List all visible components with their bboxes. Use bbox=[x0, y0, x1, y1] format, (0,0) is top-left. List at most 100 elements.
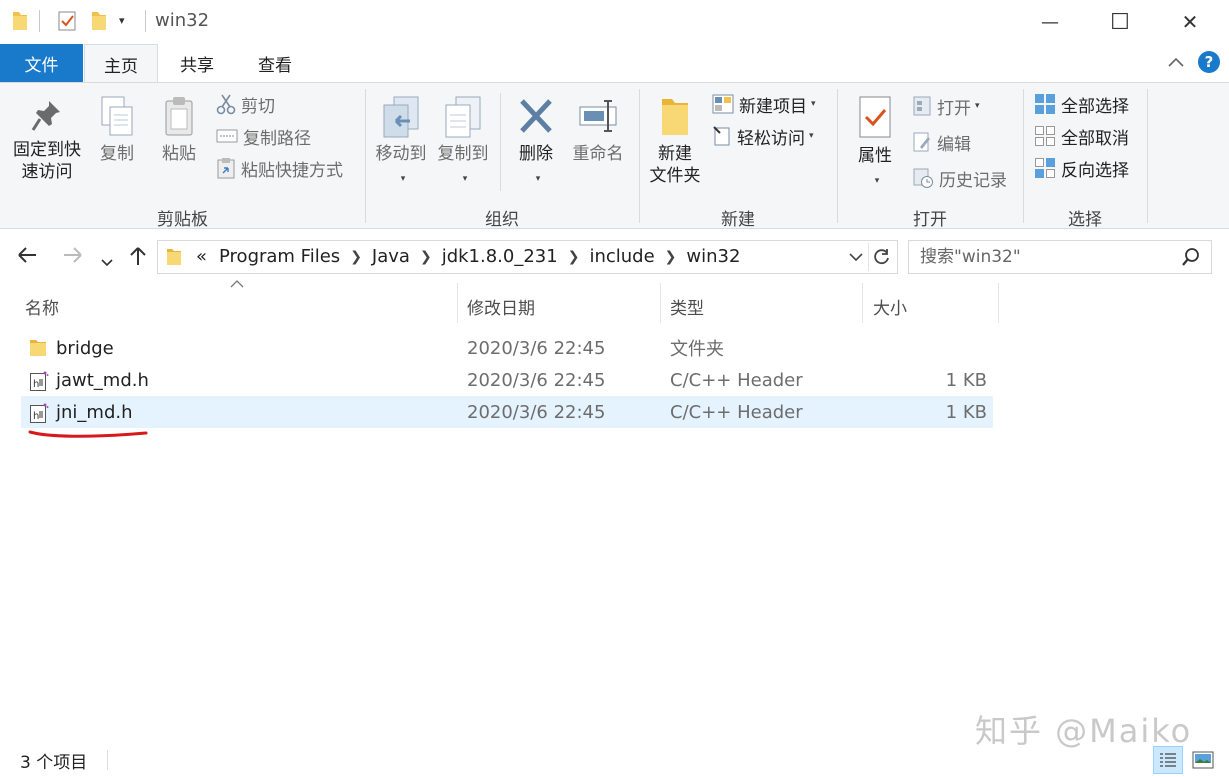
address-history-chevron-icon[interactable] bbox=[849, 245, 863, 273]
list-item[interactable]: h jawt_md.h 2020/3/6 22:45 C/C++ Header … bbox=[21, 364, 993, 396]
copy-to-button[interactable]: 复制到 ▾ bbox=[434, 95, 492, 190]
open-icon bbox=[912, 95, 932, 117]
file-date: 2020/3/6 22:45 bbox=[467, 337, 606, 359]
file-name[interactable]: jawt_md.h bbox=[56, 364, 149, 396]
column-header-type[interactable]: 类型 bbox=[662, 290, 862, 322]
rename-label: 重命名 bbox=[572, 144, 624, 164]
copy-icon bbox=[101, 96, 133, 136]
list-item[interactable]: h jni_md.h 2020/3/6 22:45 C/C++ Header 1… bbox=[21, 396, 993, 428]
help-icon[interactable]: ? bbox=[1198, 51, 1220, 73]
refresh-icon[interactable] bbox=[868, 243, 894, 271]
breadcrumb-item[interactable]: Java bbox=[372, 246, 410, 267]
breadcrumb-item[interactable]: win32 bbox=[686, 246, 740, 267]
select-all-icon bbox=[1034, 93, 1056, 115]
properties-button[interactable]: 属性 ▾ bbox=[848, 95, 902, 192]
pin-to-quick-access-button[interactable]: 固定到快 速访问 bbox=[6, 97, 88, 183]
tab-share[interactable]: 共享 bbox=[160, 44, 234, 82]
status-bar: 3 个项目 bbox=[0, 742, 1229, 777]
easy-access-label: 轻松访问 bbox=[737, 128, 805, 149]
easy-access-button[interactable]: 轻松访问 ▾ bbox=[712, 123, 814, 149]
breadcrumb-item[interactable]: jdk1.8.0_231 bbox=[442, 246, 558, 267]
file-date: 2020/3/6 22:45 bbox=[467, 369, 606, 391]
new-folder-button[interactable]: 新建 文件夹 bbox=[643, 95, 707, 187]
new-group-label: 新建 bbox=[721, 210, 755, 230]
large-icons-view-icon[interactable] bbox=[1188, 746, 1218, 774]
breadcrumb-item[interactable]: Program Files bbox=[219, 246, 340, 267]
breadcrumb-separator-icon[interactable]: ❯ bbox=[665, 249, 677, 265]
clipboard-icon bbox=[165, 97, 193, 136]
delete-button[interactable]: 删除 ▾ bbox=[512, 95, 560, 190]
new-folder-quick-access-icon[interactable] bbox=[90, 10, 108, 36]
paste-shortcut-icon bbox=[216, 157, 236, 179]
collapse-ribbon-icon[interactable] bbox=[1167, 52, 1185, 73]
properties-quick-access-icon[interactable] bbox=[56, 10, 78, 36]
column-header-date[interactable]: 修改日期 bbox=[459, 290, 659, 322]
invert-selection-button[interactable]: 反向选择 bbox=[1034, 155, 1129, 181]
new-item-button[interactable]: 新建项目 ▾ bbox=[712, 91, 816, 117]
organize-group-label: 组织 bbox=[485, 210, 519, 230]
file-name[interactable]: bridge bbox=[56, 332, 114, 364]
select-all-label: 全部选择 bbox=[1061, 96, 1129, 117]
back-arrow-icon[interactable] bbox=[16, 245, 38, 270]
up-arrow-icon[interactable] bbox=[128, 245, 148, 272]
window-title: win32 bbox=[155, 10, 210, 31]
minimize-button[interactable]: — bbox=[1015, 0, 1085, 44]
file-date: 2020/3/6 22:45 bbox=[467, 401, 606, 423]
move-to-button[interactable]: 移动到 ▾ bbox=[372, 95, 430, 190]
open-label: 打开 bbox=[937, 98, 971, 119]
copy-label: 复制 bbox=[100, 144, 134, 164]
copy-to-label: 复制到 bbox=[437, 144, 489, 164]
file-type: C/C++ Header bbox=[670, 369, 803, 391]
column-header-size[interactable]: 大小 bbox=[865, 290, 998, 322]
file-size: 1 KB bbox=[945, 401, 987, 423]
search-box[interactable] bbox=[908, 240, 1212, 274]
svg-text:h: h bbox=[33, 379, 39, 390]
breadcrumb-overflow[interactable]: « bbox=[196, 246, 207, 267]
details-view-icon[interactable] bbox=[1153, 746, 1183, 774]
copy-path-button[interactable]: 复制路径 bbox=[216, 123, 311, 149]
paste-label: 粘贴 bbox=[162, 144, 196, 164]
breadcrumb: « Program Files ❯ Java ❯ jdk1.8.0_231 ❯ … bbox=[196, 246, 740, 267]
close-button[interactable]: ✕ bbox=[1155, 0, 1225, 44]
tab-view[interactable]: 查看 bbox=[238, 44, 312, 82]
folder-icon bbox=[166, 247, 182, 271]
file-name[interactable]: jni_md.h bbox=[56, 396, 133, 428]
paste-shortcut-button[interactable]: 粘贴快捷方式 bbox=[216, 155, 343, 181]
history-button[interactable]: 历史记录 bbox=[912, 165, 1007, 191]
select-none-label: 全部取消 bbox=[1061, 128, 1129, 149]
select-all-button[interactable]: 全部选择 bbox=[1034, 91, 1129, 117]
customize-quick-access-icon[interactable]: ▾ bbox=[119, 14, 125, 27]
recent-locations-chevron-icon[interactable] bbox=[101, 249, 113, 273]
column-header-name[interactable]: 名称 bbox=[17, 290, 457, 322]
copy-to-icon bbox=[445, 96, 481, 138]
breadcrumb-separator-icon[interactable]: ❯ bbox=[568, 249, 580, 265]
rename-button[interactable]: 重命名 bbox=[569, 95, 627, 165]
history-icon bbox=[912, 167, 934, 189]
maximize-button[interactable]: ☐ bbox=[1085, 0, 1155, 44]
forward-arrow-icon[interactable] bbox=[62, 245, 84, 270]
properties-label: 属性 bbox=[858, 146, 892, 166]
select-none-button[interactable]: 全部取消 bbox=[1034, 123, 1129, 149]
address-bar[interactable]: « Program Files ❯ Java ❯ jdk1.8.0_231 ❯ … bbox=[157, 240, 898, 274]
open-button[interactable]: 打开 ▾ bbox=[912, 93, 980, 119]
edit-button[interactable]: 编辑 bbox=[912, 129, 971, 155]
scissors-icon bbox=[216, 93, 236, 115]
pin-label-line2: 速访问 bbox=[21, 162, 73, 182]
copy-button[interactable]: 复制 bbox=[93, 95, 141, 165]
breadcrumb-separator-icon[interactable]: ❯ bbox=[420, 249, 432, 265]
move-to-icon bbox=[383, 96, 419, 138]
breadcrumb-separator-icon[interactable]: ❯ bbox=[350, 249, 362, 265]
tab-file[interactable]: 文件 bbox=[0, 44, 83, 82]
tab-home[interactable]: 主页 bbox=[84, 44, 158, 83]
cut-button[interactable]: 剪切 bbox=[216, 91, 275, 117]
new-folder-label-line2: 文件夹 bbox=[649, 166, 701, 186]
search-icon[interactable] bbox=[1181, 247, 1201, 271]
invert-selection-label: 反向选择 bbox=[1061, 160, 1129, 181]
rename-icon bbox=[579, 100, 617, 132]
search-input[interactable] bbox=[909, 241, 1179, 273]
paste-shortcut-label: 粘贴快捷方式 bbox=[241, 160, 343, 181]
list-item[interactable]: bridge 2020/3/6 22:45 文件夹 bbox=[21, 332, 993, 364]
edit-icon bbox=[912, 131, 932, 153]
paste-button[interactable]: 粘贴 bbox=[155, 95, 203, 165]
breadcrumb-item[interactable]: include bbox=[589, 246, 654, 267]
